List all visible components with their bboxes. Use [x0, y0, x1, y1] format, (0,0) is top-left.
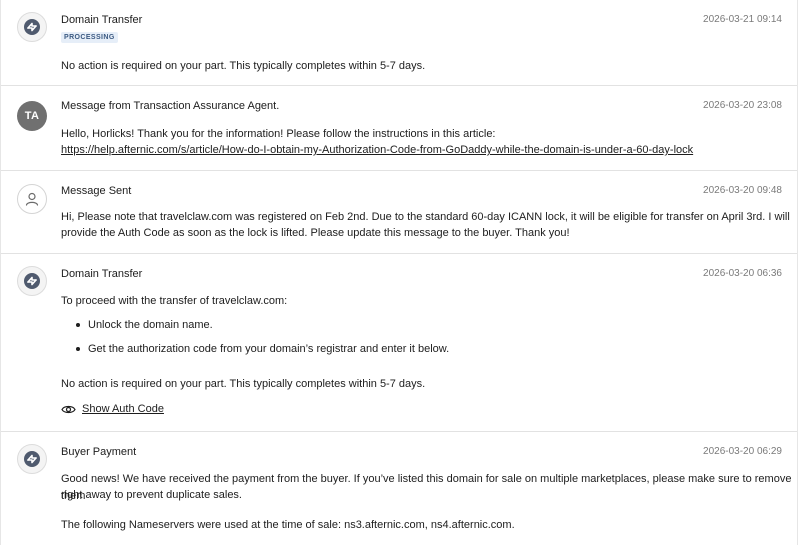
feed-item-timestamp: 2026-03-20 23:08 — [703, 100, 782, 111]
feed-item-title: Domain Transfer — [61, 14, 143, 26]
feed-item-message-sent: Message Sent 2026-03-20 09:48 Hi, Please… — [1, 171, 797, 254]
feed-item-body-line-1: Hi, Please note that travelclaw.com was … — [61, 211, 790, 223]
afternic-logo-icon — [17, 266, 47, 296]
activity-feed: Domain Transfer 2026-03-21 09:14 PROCESS… — [0, 0, 798, 545]
status-badge: PROCESSING — [61, 32, 118, 43]
list-item: Unlock the domain name. — [61, 317, 449, 341]
feed-item-title: Buyer Payment — [61, 446, 137, 458]
avatar-initials: TA — [24, 110, 40, 122]
user-icon — [17, 184, 47, 214]
feed-item-buyer-payment: Buyer Payment 2026-03-20 06:29 Good news… — [1, 432, 797, 545]
feed-item-timestamp: 2026-03-21 09:14 — [703, 14, 782, 25]
eye-icon — [61, 405, 76, 413]
list-item: Get the authorization code from your dom… — [61, 341, 449, 365]
feed-item-title: Message from Transaction Assurance Agent… — [61, 100, 280, 112]
feed-item-nameservers: The following Nameservers were used at t… — [61, 519, 515, 531]
afternic-logo-icon — [17, 444, 47, 474]
feed-item-timestamp: 2026-03-20 09:48 — [703, 185, 782, 196]
feed-item-body-line-2: right away to prevent duplicate sales. — [61, 489, 242, 501]
feed-item-intro: To proceed with the transfer of travelcl… — [61, 295, 288, 307]
afternic-logo-icon — [17, 12, 47, 42]
show-auth-code-label: Show Auth Code — [82, 403, 164, 415]
feed-item-body: No action is required on your part. This… — [61, 378, 426, 390]
feed-item-agent-message: TA Message from Transaction Assurance Ag… — [1, 86, 797, 171]
feed-item-title: Domain Transfer — [61, 268, 143, 280]
feed-item-timestamp: 2026-03-20 06:36 — [703, 268, 782, 279]
feed-item-title: Message Sent — [61, 185, 132, 197]
feed-item-body-line-2: provide the Auth Code as soon as the loc… — [61, 227, 570, 239]
feed-item-timestamp: 2026-03-20 06:29 — [703, 446, 782, 457]
feed-item-domain-transfer-processing: Domain Transfer 2026-03-21 09:14 PROCESS… — [1, 0, 797, 86]
transfer-steps-list: Unlock the domain name. Get the authoriz… — [61, 317, 449, 365]
feed-item-domain-transfer-instructions: Domain Transfer 2026-03-20 06:36 To proc… — [1, 254, 797, 432]
show-auth-code-button[interactable]: Show Auth Code — [61, 403, 164, 415]
feed-item-body: Hello, Horlicks! Thank you for the infor… — [61, 128, 496, 140]
help-article-link[interactable]: https://help.afternic.com/s/article/How-… — [61, 142, 693, 159]
avatar-agent: TA — [17, 101, 47, 131]
feed-item-body: No action is required on your part. This… — [61, 60, 426, 72]
